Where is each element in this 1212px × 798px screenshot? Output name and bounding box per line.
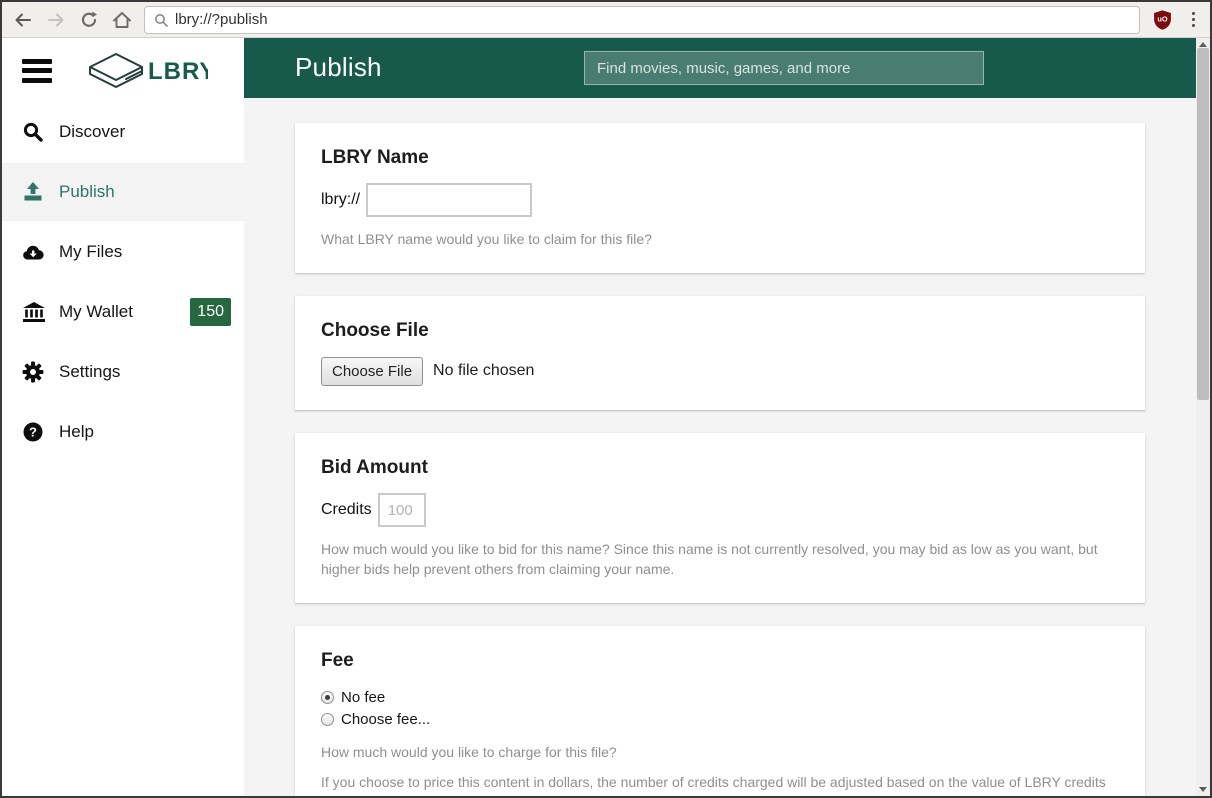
- sidebar-item-discover[interactable]: Discover: [2, 103, 244, 161]
- triangle-down-icon: [1199, 787, 1207, 792]
- sidebar-item-label: Discover: [59, 122, 125, 142]
- search-icon: [154, 13, 168, 27]
- svg-text:uO: uO: [1157, 14, 1167, 23]
- radio-button-icon[interactable]: [321, 713, 334, 726]
- fee-help-2: If you choose to price this content in d…: [321, 772, 1119, 796]
- radio-no-fee[interactable]: No fee: [321, 686, 1119, 708]
- triangle-up-icon: [1199, 42, 1207, 47]
- browser-menu-button[interactable]: [1184, 7, 1202, 33]
- question-circle-icon: ?: [22, 421, 48, 443]
- upload-icon: [22, 181, 48, 203]
- lbry-prefix-label: lbry://: [321, 191, 360, 209]
- vertical-scrollbar[interactable]: [1196, 38, 1210, 796]
- main-area: Publish LBRY Name lbry:// What LBRY name…: [244, 38, 1210, 796]
- card-title: LBRY Name: [321, 147, 1119, 169]
- home-icon: [111, 10, 133, 30]
- content-search-input[interactable]: [584, 51, 984, 85]
- card-bid-amount: Bid Amount Credits How much would you li…: [295, 433, 1145, 603]
- search-icon: [22, 121, 48, 143]
- page-header: Publish: [244, 38, 1196, 98]
- refresh-button[interactable]: [76, 7, 102, 33]
- sidebar-item-label: Publish: [59, 182, 115, 202]
- sidebar-item-label: My Wallet: [59, 302, 133, 322]
- refresh-icon: [79, 10, 99, 30]
- card-fee: Fee No fee Choose fee... How much would …: [295, 626, 1145, 796]
- cloud-download-icon: [22, 243, 48, 261]
- radio-button-icon[interactable]: [321, 691, 334, 704]
- forward-arrow-icon: [46, 10, 66, 30]
- logo-text: LBRY: [148, 58, 208, 85]
- bid-help: How much would you like to bid for this …: [321, 539, 1119, 579]
- lbry-name-input[interactable]: [366, 183, 532, 217]
- page-title: Publish: [295, 52, 382, 83]
- card-choose-file: Choose File Choose File No file chosen: [295, 296, 1145, 410]
- sidebar-header: LBRY: [2, 38, 244, 103]
- back-button[interactable]: [10, 7, 36, 33]
- browser-toolbar: uO: [2, 2, 1210, 38]
- sidebar-item-help[interactable]: ? Help: [2, 403, 244, 461]
- back-arrow-icon: [13, 10, 33, 30]
- app-body: LBRY Discover: [2, 38, 1210, 796]
- app-window: uO LBRY: [0, 0, 1212, 798]
- page-content: LBRY Name lbry:// What LBRY name would y…: [244, 98, 1196, 796]
- fee-help-1: How much would you like to charge for th…: [321, 742, 1119, 762]
- choose-file-button[interactable]: Choose File: [321, 357, 423, 386]
- lbry-name-help: What LBRY name would you like to claim f…: [321, 229, 1119, 249]
- sidebar-item-my-files[interactable]: My Files: [2, 223, 244, 281]
- ublock-extension-icon[interactable]: uO: [1150, 8, 1174, 32]
- radio-label: No fee: [341, 689, 385, 706]
- bid-amount-input[interactable]: [378, 493, 426, 527]
- forward-button[interactable]: [43, 7, 69, 33]
- sidebar-item-settings[interactable]: Settings: [2, 343, 244, 401]
- credits-label: Credits: [321, 501, 372, 519]
- sidebar-item-label: Help: [59, 422, 94, 442]
- gear-icon: [22, 361, 48, 383]
- sidebar-item-label: My Files: [59, 242, 122, 262]
- scrollbar-thumb[interactable]: [1197, 48, 1209, 400]
- url-input[interactable]: [175, 7, 1139, 33]
- url-bar[interactable]: [144, 6, 1140, 34]
- radio-choose-fee[interactable]: Choose fee...: [321, 708, 1119, 730]
- scroll-down-button[interactable]: [1196, 784, 1210, 795]
- svg-text:?: ?: [29, 425, 37, 440]
- radio-label: Choose fee...: [341, 711, 430, 728]
- home-button[interactable]: [109, 7, 135, 33]
- file-chosen-status: No file chosen: [433, 362, 534, 380]
- wallet-balance-badge: 150: [190, 298, 231, 326]
- card-title: Bid Amount: [321, 457, 1119, 479]
- card-title: Fee: [321, 650, 1119, 672]
- sidebar-item-label: Settings: [59, 362, 120, 382]
- sidebar: LBRY Discover: [2, 38, 244, 796]
- sidebar-item-my-wallet[interactable]: My Wallet 150: [2, 283, 244, 341]
- card-title: Choose File: [321, 320, 1119, 342]
- card-lbry-name: LBRY Name lbry:// What LBRY name would y…: [295, 123, 1145, 273]
- hamburger-menu-button[interactable]: [22, 59, 52, 83]
- sidebar-item-publish[interactable]: Publish: [2, 163, 244, 221]
- lbry-logo: LBRY: [86, 49, 208, 93]
- bank-icon: [22, 301, 48, 323]
